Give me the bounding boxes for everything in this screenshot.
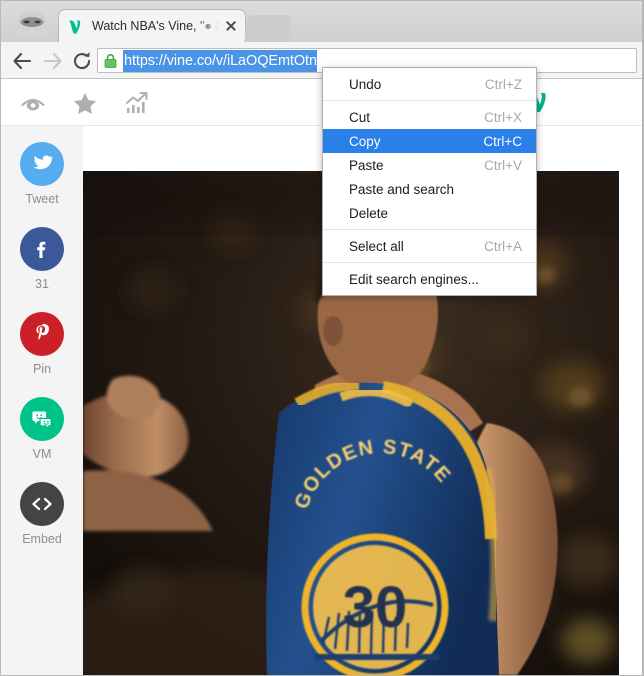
vine-logo-icon [68, 18, 85, 35]
browser-window: Watch NBA's Vine, "● #N https://vine.co/… [0, 0, 644, 676]
share-label: Embed [22, 532, 62, 546]
ctx-undo[interactable]: Undo Ctrl+Z [323, 72, 536, 96]
share-sidebar: Tweet 31 Pin VM Embed [1, 126, 83, 675]
share-label: Tweet [25, 192, 59, 206]
vinemessage-icon [20, 397, 64, 441]
share-button-embed[interactable]: Embed [1, 482, 83, 546]
tab-title: Watch NBA's Vine, "● #N [92, 18, 220, 33]
share-button-vm[interactable]: VM [1, 397, 83, 461]
site-stats-icons [19, 89, 151, 117]
browser-tab-active[interactable]: Watch NBA's Vine, "● #N [58, 9, 246, 42]
svg-text:30: 30 [343, 575, 408, 640]
ctx-copy[interactable]: Copy Ctrl+C [323, 129, 536, 153]
share-label: VM [32, 447, 52, 461]
back-arrow-icon[interactable] [10, 49, 34, 73]
ctx-paste-and-search[interactable]: Paste and search [323, 177, 536, 201]
chart-trend-icon[interactable] [123, 89, 151, 117]
page-right-gutter [619, 126, 643, 675]
share-count: 31 [35, 277, 49, 291]
reload-icon[interactable] [70, 49, 94, 73]
share-button-facebook[interactable]: 31 [1, 227, 83, 291]
window-right-edge [642, 1, 643, 675]
twitter-bird-icon [20, 142, 64, 186]
ctx-cut[interactable]: Cut Ctrl+X [323, 105, 536, 129]
secure-lock-icon[interactable] [103, 53, 118, 69]
address-bar-context-menu[interactable]: Undo Ctrl+Z Cut Ctrl+X Copy Ctrl+C Paste… [322, 67, 537, 296]
new-tab-button[interactable] [244, 15, 292, 42]
menu-separator [323, 100, 536, 101]
share-button-tweet[interactable]: Tweet [1, 142, 83, 206]
facebook-f-icon [20, 227, 64, 271]
star-icon[interactable] [71, 89, 99, 117]
menu-separator [323, 262, 536, 263]
forward-arrow-icon [41, 49, 65, 73]
close-icon[interactable] [223, 18, 239, 34]
incognito-spy-icon[interactable] [9, 8, 55, 42]
pinterest-p-icon [20, 312, 64, 356]
embed-code-icon [20, 482, 64, 526]
menu-separator [323, 229, 536, 230]
ctx-delete[interactable]: Delete [323, 201, 536, 225]
tab-strip: Watch NBA's Vine, "● #N [1, 1, 643, 42]
ctx-paste[interactable]: Paste Ctrl+V [323, 153, 536, 177]
ctx-select-all[interactable]: Select all Ctrl+A [323, 234, 536, 258]
share-label: Pin [32, 362, 52, 376]
address-bar-text[interactable]: https://vine.co/v/iLaOQEmtOtn [123, 49, 317, 72]
share-button-pinterest[interactable]: Pin [1, 312, 83, 376]
eye-icon[interactable] [19, 89, 47, 117]
ctx-edit-search-engines[interactable]: Edit search engines... [323, 267, 536, 291]
